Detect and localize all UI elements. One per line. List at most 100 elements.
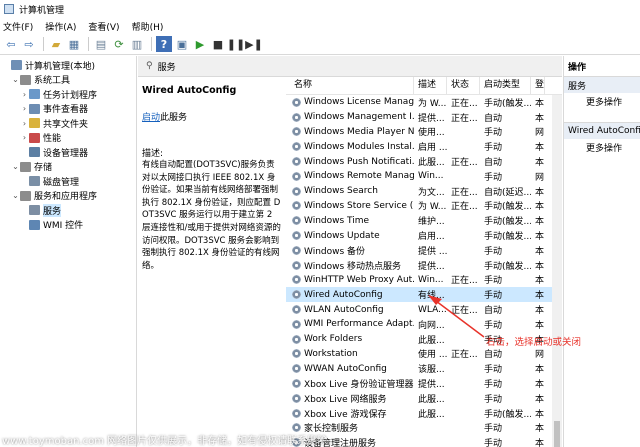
service-row[interactable]: WLAN AutoConfig WLA... 正在... 自动 本 — [286, 302, 562, 317]
service-row[interactable]: Windows Update 启用... 手动(触发... 本 — [286, 228, 562, 243]
column-startup-type[interactable]: 启动类型 — [480, 77, 531, 94]
service-row[interactable]: Windows Remote Manag... Win... 手动 网 — [286, 169, 562, 184]
tree-node-icon — [20, 74, 31, 85]
service-row[interactable]: Windows Time 维护... 手动(触发... 本 — [286, 213, 562, 228]
column-description[interactable]: 描述 — [414, 77, 447, 94]
service-row[interactable]: Windows License Manag... 为 W... 正在... 手动(触发… — [286, 95, 562, 110]
scrollbar-thumb[interactable] — [554, 421, 560, 447]
vertical-scrollbar[interactable] — [552, 95, 562, 447]
console-view-icon[interactable]: ▣ — [174, 36, 190, 52]
tree-item[interactable]: 计算机管理(本地) — [0, 58, 136, 73]
service-description-cell: WLA... — [418, 304, 447, 315]
start-service-link[interactable]: 启动 — [142, 113, 160, 123]
service-row[interactable]: Windows Media Player N... 使用... 手动 网 — [286, 125, 562, 140]
service-row[interactable]: Windows 移动热点服务 提供... 手动(触发... 本 — [286, 258, 562, 273]
more-actions-link[interactable]: 更多操作 — [564, 93, 640, 110]
tree-node-icon — [29, 147, 40, 158]
service-row[interactable]: Windows Search 为文... 正在... 自动(延迟... 本 — [286, 184, 562, 199]
tree-item[interactable]: ⌄ 服务和应用程序 — [0, 189, 136, 204]
column-status[interactable]: 状态 — [447, 77, 480, 94]
tree-item[interactable]: › 事件查看器 — [0, 102, 136, 117]
service-name-heading: Wired AutoConfig — [142, 85, 237, 96]
service-row[interactable]: Wired AutoConfig 有线... 手动 本 — [286, 287, 562, 303]
service-name: Windows Management I... — [304, 112, 414, 123]
service-name: Workstation — [304, 348, 358, 359]
service-name-cell: Workstation — [286, 349, 414, 359]
tree-item[interactable]: 设备管理器 — [0, 145, 136, 160]
service-name-cell: Windows Update — [286, 231, 414, 241]
service-description-cell: Win... — [418, 171, 444, 182]
tree-item[interactable]: › 任务计划程序 — [0, 87, 136, 102]
service-row[interactable]: Windows Modules Instal... 启用 ... 手动 本 — [286, 139, 562, 154]
actions-section-selected-service[interactable]: Wired AutoConfig — [564, 122, 640, 139]
services-list: 名称 描述 状态 启动类型 登 Windows License Manag...… — [286, 77, 562, 447]
expand-chevron-icon[interactable]: › — [20, 104, 29, 113]
expand-chevron-icon[interactable]: ⌄ — [11, 191, 20, 200]
menu-help[interactable]: 帮助(H) — [132, 20, 164, 33]
properties-icon[interactable]: ▤ — [93, 36, 109, 52]
folder-up-icon[interactable]: ▰ — [48, 36, 64, 52]
tree-item[interactable]: ⌄ 系统工具 — [0, 73, 136, 88]
tree-item[interactable]: ⌄ 存储 — [0, 160, 136, 175]
service-description-cell: Win... — [418, 274, 444, 285]
column-logon-as[interactable]: 登 — [531, 77, 545, 94]
pause-service-icon[interactable]: ❚❚ — [227, 36, 245, 52]
menu-action[interactable]: 操作(A) — [45, 20, 76, 33]
tree-item[interactable]: WMI 控件 — [0, 218, 136, 233]
service-row[interactable]: Windows Push Notificati... 此服... 正在... 自动 本 — [286, 154, 562, 169]
back-arrow-icon[interactable]: ⇦ — [3, 36, 19, 52]
forward-arrow-icon[interactable]: ⇨ — [21, 36, 37, 52]
service-logon-cell: 本 — [535, 276, 545, 287]
service-status-cell: 正在... — [451, 98, 478, 109]
start-service-icon[interactable]: ▶ — [192, 36, 208, 52]
service-name-cell: Work Folders — [286, 334, 414, 344]
column-name[interactable]: 名称 — [286, 77, 414, 94]
service-row[interactable]: Windows Management I... 提供... 正在... 自动 本 — [286, 110, 562, 125]
restart-service-icon[interactable]: ▶❚ — [245, 36, 263, 52]
refresh-icon[interactable]: ⟳ — [111, 36, 127, 52]
expand-chevron-icon[interactable]: ⌄ — [11, 75, 20, 84]
gear-icon — [292, 408, 301, 418]
actions-section-services[interactable]: 服务 — [564, 76, 640, 93]
menu-view[interactable]: 查看(V) — [88, 20, 119, 33]
gear-icon — [292, 334, 301, 344]
tree-node-icon — [29, 132, 40, 143]
tree-item-label: 存储 — [34, 163, 53, 174]
expand-chevron-icon[interactable]: › — [20, 133, 29, 142]
toolbar-separator — [43, 37, 44, 51]
service-name: Windows Search — [304, 186, 378, 197]
service-name: Xbox Live 游戏保存 — [304, 409, 387, 420]
description-label: 描述: — [142, 149, 164, 159]
menu-file[interactable]: 文件(F) — [3, 20, 33, 33]
service-row[interactable]: WMI Performance Adapt... 向网... 手动 本 — [286, 317, 562, 332]
service-startup-cell: 自动 — [484, 350, 503, 361]
service-startup-cell: 手动 — [484, 276, 503, 287]
tree-item[interactable]: › 性能 — [0, 131, 136, 146]
service-row[interactable]: WWAN AutoConfig 该服... 手动 本 — [286, 361, 562, 376]
expand-chevron-icon[interactable]: › — [20, 90, 29, 99]
service-row[interactable]: WinHTTP Web Proxy Aut... Win... 正在... 手动 本 — [286, 273, 562, 288]
service-row[interactable]: Xbox Live 身份验证管理器 提供... 手动 本 — [286, 376, 562, 391]
tree-item[interactable]: › 共享文件夹 — [0, 116, 136, 131]
more-actions-link[interactable]: 更多操作 — [564, 139, 640, 156]
service-row[interactable]: Windows 备份 提供 ... 手动 本 — [286, 243, 562, 258]
gear-icon — [292, 305, 301, 315]
expand-chevron-icon[interactable]: ⌄ — [11, 162, 20, 171]
show-tree-icon[interactable]: ▦ — [66, 36, 82, 52]
tree-item[interactable]: 磁盘管理 — [0, 174, 136, 189]
service-name: Windows Remote Manag... — [304, 171, 414, 182]
tree-node-icon — [29, 219, 40, 230]
export-list-icon[interactable]: ▥ — [129, 36, 145, 52]
service-description-cell: 维护... — [418, 217, 445, 228]
service-status-cell: 正在... — [451, 306, 478, 317]
expand-chevron-icon[interactable]: › — [20, 119, 29, 128]
service-logon-cell: 本 — [535, 424, 545, 435]
help-icon[interactable]: ? — [156, 36, 172, 52]
service-row[interactable]: Xbox Live 游戏保存 此服... 手动(触发... 本 — [286, 406, 562, 421]
service-row[interactable]: Windows Store Service (... 为 W... 正在... 手动(… — [286, 199, 562, 214]
service-description-cell: 提供... — [418, 261, 445, 272]
service-row[interactable]: Workstation 使用 ... 正在... 自动 网 — [286, 347, 562, 362]
service-row[interactable]: Xbox Live 网络服务 此服... 手动 本 — [286, 391, 562, 406]
stop-service-icon[interactable]: ■ — [210, 36, 226, 52]
tree-item[interactable]: 服务 — [0, 203, 136, 218]
